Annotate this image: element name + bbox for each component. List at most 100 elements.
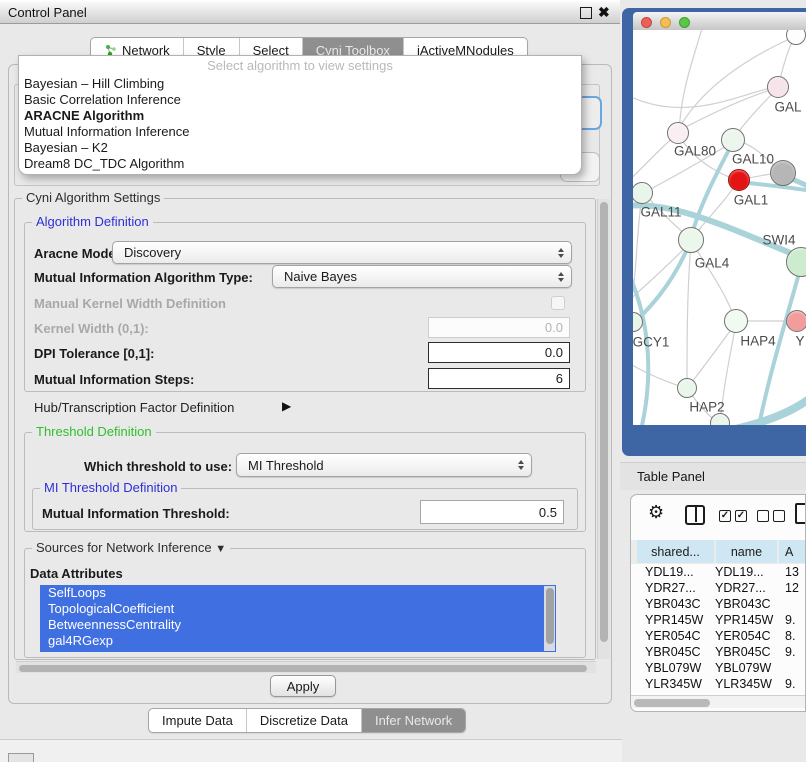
algorithm-option[interactable]: ARACNE Algorithm — [19, 108, 581, 124]
which-threshold-combobox[interactable]: MI Threshold — [236, 453, 532, 477]
table-panel-header: Table Panel — [620, 462, 806, 490]
mac-minimize-icon[interactable] — [660, 17, 671, 28]
tab-discretize-data-label: Discretize Data — [260, 713, 348, 728]
network-window-titlebar[interactable] — [633, 12, 806, 30]
attributes-vscrollbar-thumb[interactable] — [546, 588, 554, 644]
network-node-label: GAL — [774, 100, 801, 115]
cell-value: 9. — [785, 645, 795, 659]
network-node-gal[interactable] — [767, 76, 789, 98]
collapse-arrow-icon[interactable]: ▼ — [215, 543, 226, 555]
network-node-hap2[interactable] — [677, 378, 697, 398]
deselect-all-checks-icon[interactable] — [773, 510, 785, 522]
settings-hscrollbar-thumb[interactable] — [19, 665, 587, 672]
kernel-width-value: 0.0 — [545, 320, 563, 335]
network-node-gal10[interactable] — [721, 128, 745, 152]
dpi-tolerance-input[interactable]: 0.0 — [428, 342, 570, 363]
cell-value: 9. — [785, 677, 795, 691]
network-node-label: GAL11 — [640, 205, 681, 220]
aracne-mode-value: Discovery — [124, 245, 181, 260]
data-attribute-item[interactable]: gal4RGexp — [40, 633, 556, 649]
attributes-vscrollbar-track[interactable] — [544, 586, 555, 651]
network-node-hap4[interactable] — [724, 309, 748, 333]
network-node-label: GAL1 — [734, 193, 769, 208]
close-icon[interactable]: ✖ — [598, 4, 610, 21]
network-node-label: HAP4 — [740, 334, 775, 349]
column-header-shared[interactable]: shared... — [637, 540, 714, 563]
aracne-mode-combobox[interactable]: Discovery — [112, 241, 572, 264]
algorithm-option[interactable]: Basic Correlation Inference — [19, 92, 581, 108]
manual-kernel-width-checkbox[interactable] — [551, 296, 565, 310]
mi-algorithm-type-label: Mutual Information Algorithm Type: — [34, 270, 253, 285]
column-header-name-label: name — [731, 545, 762, 559]
split-columns-icon[interactable] — [685, 505, 705, 525]
cell-name: YBL079W — [715, 661, 771, 675]
cell-shared: YLR345W — [645, 677, 702, 691]
mi-steps-input[interactable]: 6 — [428, 368, 570, 389]
data-attribute-item[interactable]: SelfLoops — [40, 585, 556, 601]
table-hscrollbar-thumb[interactable] — [634, 699, 710, 707]
tab-discretize-data[interactable]: Discretize Data — [247, 709, 362, 732]
data-attribute-item[interactable]: BetweennessCentrality — [40, 617, 556, 633]
network-node-label: Y — [795, 334, 804, 349]
mi-threshold-input[interactable]: 0.5 — [420, 500, 564, 524]
mi-algorithm-type-value: Naive Bayes — [284, 269, 357, 284]
threshold-definition-title: Threshold Definition — [32, 425, 156, 439]
table-row[interactable]: YBR045CYBR045C9. — [631, 645, 806, 661]
algorithm-option[interactable]: Bayesian – K2 — [19, 140, 581, 156]
table-row[interactable]: YDL19...YDL19...13 — [631, 565, 806, 581]
table-row[interactable]: YER054CYER054C8. — [631, 629, 806, 645]
settings-gear-icon[interactable]: ⚙ — [648, 502, 664, 523]
apply-button[interactable]: Apply — [270, 675, 336, 697]
tab-infer-network-label: Infer Network — [375, 713, 452, 728]
mac-zoom-icon[interactable] — [679, 17, 690, 28]
table-row[interactable]: YBR043CYBR043C — [631, 597, 806, 613]
algorithm-option[interactable]: Bayesian – Hill Climbing — [19, 76, 581, 92]
new-table-document-icon[interactable] — [795, 503, 806, 524]
data-attributes-list[interactable]: SelfLoopsTopologicalCoefficientBetweenne… — [40, 585, 556, 652]
table-row[interactable]: YBL079W YBL079W — [631, 661, 806, 677]
network-node-y[interactable] — [786, 310, 806, 332]
hub-definition-label[interactable]: Hub/Transcription Factor Definition — [34, 400, 234, 415]
network-node-gal1[interactable] — [728, 169, 750, 191]
float-icon[interactable] — [580, 7, 592, 19]
cell-shared: YBL079W — [645, 661, 701, 675]
manual-kernel-width-label: Manual Kernel Width Definition — [34, 296, 226, 311]
column-header-name[interactable]: name — [716, 540, 777, 563]
data-attribute-item[interactable]: TopologicalCoefficient — [40, 601, 556, 617]
cell-shared: YDR27... — [645, 581, 696, 595]
network-node-label: SWI4 — [762, 233, 795, 248]
tab-infer-network[interactable]: Infer Network — [362, 709, 465, 732]
network-node-label: GAL4 — [695, 256, 730, 271]
node-table: ⚙ ✓ ✓ shared... name A YDL19...YDL19...1… — [630, 494, 806, 712]
sources-group-title[interactable]: Sources for Network Inference ▼ — [32, 541, 230, 556]
tab-impute-data[interactable]: Impute Data — [149, 709, 247, 732]
network-node-gal80[interactable] — [667, 122, 689, 144]
dpi-tolerance-value: 0.0 — [545, 345, 563, 360]
mi-algorithm-type-combobox[interactable]: Naive Bayes — [272, 265, 572, 288]
apply-button-label: Apply — [287, 679, 320, 694]
settings-vscrollbar-thumb[interactable] — [600, 202, 608, 642]
network-node[interactable] — [770, 160, 796, 186]
select-all-checks-icon[interactable]: ✓ — [735, 510, 747, 522]
cut-off-button[interactable] — [8, 753, 34, 762]
table-row[interactable]: YDR27...YDR27...12 — [631, 581, 806, 597]
network-node-gal4[interactable] — [678, 227, 704, 253]
table-row[interactable]: YLR345WYLR345W9. — [631, 677, 806, 693]
deselect-all-checks-icon[interactable] — [757, 510, 769, 522]
table-panel-title: Table Panel — [637, 469, 705, 484]
settings-vscrollbar-track[interactable] — [597, 199, 610, 659]
table-hscrollbar-track[interactable] — [631, 695, 806, 708]
mac-close-icon[interactable] — [641, 17, 652, 28]
algorithm-option[interactable]: Mutual Information Inference — [19, 124, 581, 140]
algorithm-option[interactable]: Dream8 DC_TDC Algorithm — [19, 156, 581, 172]
control-panel-title: Control Panel — [8, 5, 87, 20]
network-canvas[interactable]: GALGAL80GAL10GAL1GAL11SWI4GAL4GCY1HAP4YH… — [633, 30, 806, 425]
disclosure-arrow-icon[interactable]: ▶ — [282, 399, 291, 414]
select-all-checks-icon[interactable]: ✓ — [719, 510, 731, 522]
column-header-partial[interactable]: A — [779, 540, 806, 563]
tab-impute-data-label: Impute Data — [162, 713, 233, 728]
kernel-width-input[interactable]: 0.0 — [428, 317, 570, 338]
table-header-row: shared... name A — [631, 540, 806, 564]
table-row[interactable]: YPR145WYPR145W9. — [631, 613, 806, 629]
settings-hscrollbar-track[interactable] — [16, 661, 596, 673]
